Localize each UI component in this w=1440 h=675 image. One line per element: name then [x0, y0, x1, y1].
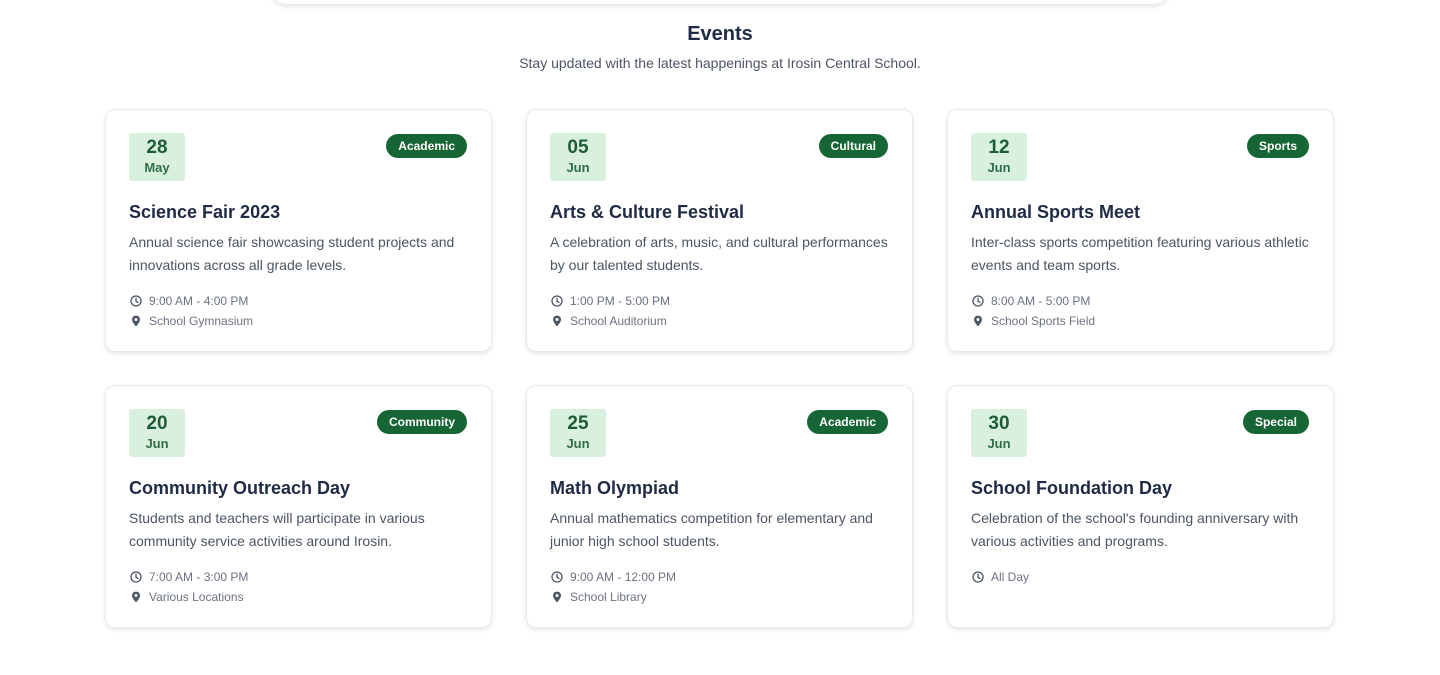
event-title: Annual Sports Meet [971, 202, 1141, 222]
section-subtitle: Stay updated with the latest happenings … [519, 55, 921, 71]
event-time-text: 9:00 AM - 4:00 PM [149, 294, 249, 308]
event-date-day: 30 [988, 413, 1010, 434]
event-time: 8:00 AM - 5:00 PM [971, 293, 1310, 309]
event-time: 9:00 AM - 4:00 PM [129, 293, 468, 309]
events-section-header: Events Stay updated with the latest happ… [0, 21, 1440, 73]
event-date-month: Jun [987, 436, 1011, 451]
event-date-day: 20 [146, 413, 168, 434]
section-title: Events [687, 23, 753, 45]
event-date: 20 Jun [129, 409, 185, 457]
event-description: A celebration of arts, music, and cultur… [550, 234, 888, 273]
event-time: All Day [971, 569, 1310, 585]
event-time-text: 8:00 AM - 5:00 PM [991, 294, 1091, 308]
event-card[interactable]: 20 Jun Community Community Outreach Day … [105, 385, 492, 628]
event-description: Celebration of the school's founding ann… [971, 510, 1299, 549]
clock-icon [971, 570, 985, 584]
event-description: Students and teachers will participate i… [129, 510, 425, 549]
event-description: Annual mathematics competition for eleme… [550, 510, 873, 549]
clock-icon [129, 294, 143, 308]
previous-section-card-edge [272, 0, 1168, 4]
event-time-text: 1:00 PM - 5:00 PM [570, 294, 671, 308]
event-title: Science Fair 2023 [129, 202, 281, 222]
map-pin-icon [971, 314, 985, 328]
event-time-text: All Day [991, 570, 1030, 584]
event-description: Annual science fair showcasing student p… [129, 234, 455, 273]
event-date-month: Jun [145, 436, 169, 451]
event-card[interactable]: 30 Jun Special School Foundation Day Cel… [947, 385, 1334, 628]
map-pin-icon [129, 590, 143, 604]
event-time-text: 9:00 AM - 12:00 PM [570, 570, 677, 584]
clock-icon [971, 294, 985, 308]
event-date-month: May [144, 160, 170, 175]
map-pin-icon [550, 314, 564, 328]
category-badge: Cultural [818, 134, 888, 158]
event-location-text: School Sports Field [991, 314, 1096, 328]
event-date-month: Jun [987, 160, 1011, 175]
category-badge: Academic [386, 134, 467, 158]
event-location-text: School Library [570, 590, 647, 604]
event-time: 1:00 PM - 5:00 PM [550, 293, 889, 309]
event-date-day: 28 [146, 137, 168, 158]
event-location-text: School Auditorium [570, 314, 667, 328]
event-title: Arts & Culture Festival [550, 202, 745, 222]
event-card[interactable]: 05 Jun Cultural Arts & Culture Festival … [526, 109, 913, 352]
event-date: 12 Jun [971, 133, 1027, 181]
event-date: 05 Jun [550, 133, 606, 181]
event-location: School Gymnasium [129, 313, 468, 329]
event-location: School Sports Field [971, 313, 1310, 329]
event-title: School Foundation Day [971, 478, 1172, 498]
event-time: 9:00 AM - 12:00 PM [550, 569, 889, 585]
clock-icon [550, 570, 564, 584]
event-card[interactable]: 25 Jun Academic Math Olympiad Annual mat… [526, 385, 913, 628]
events-grid: 28 May Academic Science Fair 2023 Annual… [105, 109, 1335, 628]
event-date-day: 12 [988, 137, 1010, 158]
event-location-text: Various Locations [149, 590, 244, 604]
category-badge: Community [377, 410, 467, 434]
map-pin-icon [129, 314, 143, 328]
event-location: Various Locations [129, 589, 468, 605]
event-date-month: Jun [566, 436, 590, 451]
event-date-day: 25 [567, 413, 589, 434]
category-badge: Academic [807, 410, 888, 434]
event-time-text: 7:00 AM - 3:00 PM [149, 570, 249, 584]
event-date: 25 Jun [550, 409, 606, 457]
event-title: Community Outreach Day [129, 478, 351, 498]
event-description: Inter-class sports competition featuring… [971, 234, 1309, 273]
category-badge: Special [1242, 410, 1309, 434]
event-date: 30 Jun [971, 409, 1027, 457]
event-location: School Library [550, 589, 889, 605]
event-location-text: School Gymnasium [149, 314, 254, 328]
clock-icon [129, 570, 143, 584]
event-date-month: Jun [566, 160, 590, 175]
event-card[interactable]: 28 May Academic Science Fair 2023 Annual… [105, 109, 492, 352]
event-card[interactable]: 12 Jun Sports Annual Sports Meet Inter-c… [947, 109, 1334, 352]
map-pin-icon [550, 590, 564, 604]
category-badge: Sports [1246, 134, 1309, 158]
event-time: 7:00 AM - 3:00 PM [129, 569, 468, 585]
event-location: School Auditorium [550, 313, 889, 329]
clock-icon [550, 294, 564, 308]
event-date: 28 May [129, 133, 185, 181]
event-date-day: 05 [567, 137, 589, 158]
event-title: Math Olympiad [550, 478, 680, 498]
